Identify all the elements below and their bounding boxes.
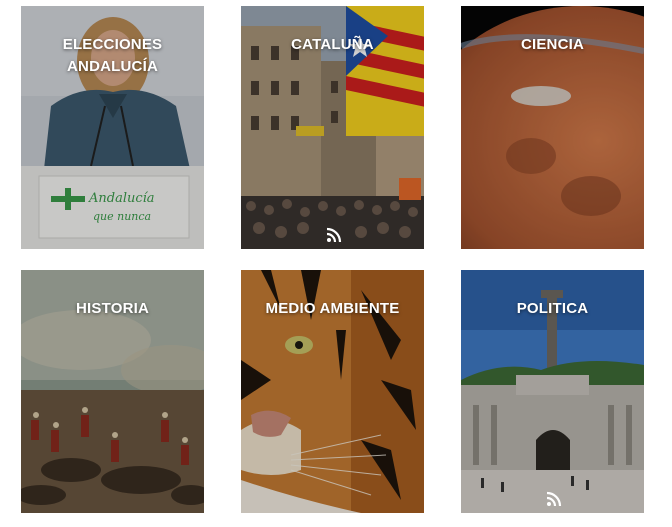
category-grid: Andalucía que nunca ELECCIONES ANDALUCÍA bbox=[0, 0, 672, 527]
tile-title: HISTORIA bbox=[76, 300, 149, 317]
category-tile-historia[interactable]: HISTORIA bbox=[21, 270, 204, 513]
tile-title: CATALUÑA bbox=[291, 36, 374, 53]
category-tile-cataluna[interactable]: CATALUÑA bbox=[241, 6, 424, 249]
tile-title: POLITICA bbox=[516, 300, 589, 317]
category-tile-elecciones-andalucia[interactable]: Andalucía que nunca ELECCIONES ANDALUCÍA bbox=[21, 6, 204, 249]
tile-title: ELECCIONES ANDALUCÍA bbox=[62, 36, 163, 75]
category-tile-politica[interactable]: POLITICA bbox=[461, 270, 644, 513]
rss-feed-icon[interactable] bbox=[546, 491, 562, 507]
tile-title: MEDIO AMBIENTE bbox=[265, 300, 400, 317]
category-tile-medio-ambiente[interactable]: MEDIO AMBIENTE bbox=[241, 270, 424, 513]
rss-feed-icon[interactable] bbox=[326, 227, 342, 243]
category-tile-ciencia[interactable]: CIENCIA bbox=[461, 6, 644, 249]
tile-title: CIENCIA bbox=[520, 36, 585, 53]
